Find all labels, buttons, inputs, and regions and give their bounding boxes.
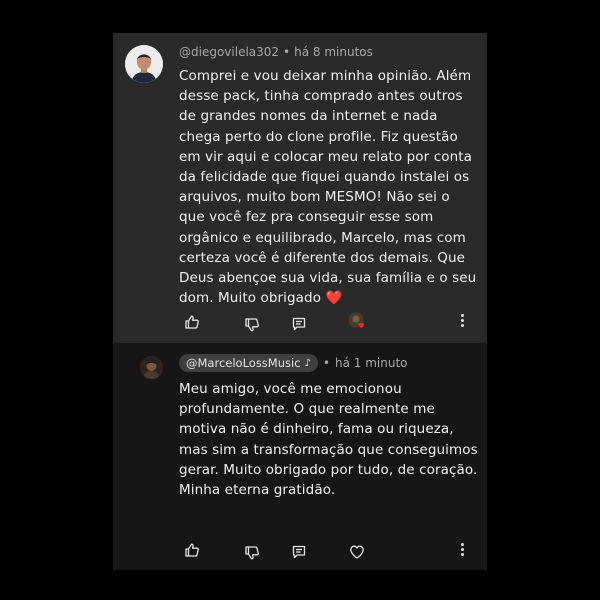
meta-separator: • [283,45,291,59]
more-vertical-icon[interactable] [459,543,465,557]
reply-time: há 1 minuto [335,356,408,370]
thumbs-up-icon[interactable] [184,542,200,558]
comments-panel: @diegovilela302 • há 8 minutos Comprei e v… [113,33,487,570]
comment-time: há 8 minutos [294,45,373,59]
thumbs-down-icon[interactable] [244,545,260,561]
meta-separator: • [322,356,330,370]
creator-badge[interactable]: @MarceloLossMusic ♪ [179,354,318,372]
reply-icon[interactable] [291,544,307,560]
music-note-icon: ♪ [304,357,311,369]
heart-icon[interactable] [349,544,365,560]
reply-text: Meu amigo, você me emocionou profundamen… [179,381,478,499]
reply: @MarceloLossMusic ♪ • há 1 minuto Meu am… [113,343,487,570]
reply-avatar[interactable] [140,356,163,379]
thumbs-up-icon[interactable] [184,314,200,330]
avatar-image [125,45,163,83]
creator-heart-icon [348,312,366,330]
reply-icon[interactable] [291,316,307,332]
comment: @diegovilela302 • há 8 minutos Comprei e v… [113,33,487,343]
reply-username: @MarceloLossMusic [186,356,301,370]
avatar-image [140,356,163,379]
comment-meta: @diegovilela302 • há 8 minutos [179,45,373,59]
more-vertical-icon[interactable] [459,314,465,328]
thumbs-down-icon[interactable] [244,317,260,333]
comment-username[interactable]: @diegovilela302 [179,45,279,59]
reply-meta: @MarceloLossMusic ♪ • há 1 minuto [179,354,408,372]
comment-text: Comprei e vou deixar minha opinião. Além… [179,68,477,307]
avatar[interactable] [125,45,163,83]
